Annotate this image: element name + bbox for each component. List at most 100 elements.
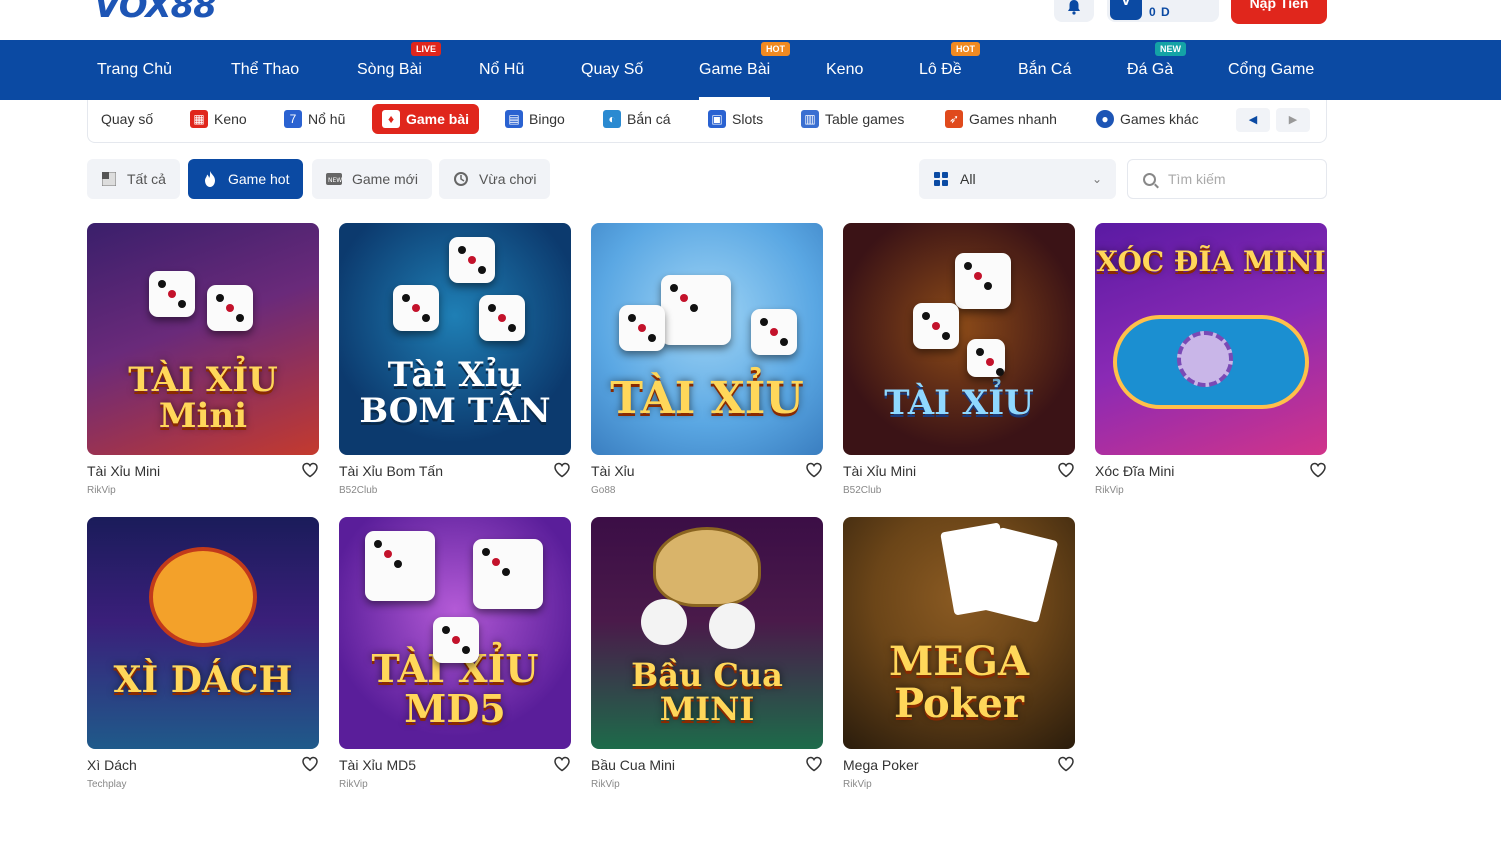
search-icon: [1143, 173, 1156, 186]
bowl-image: [653, 527, 761, 607]
game-name[interactable]: Tài Xỉu: [591, 463, 635, 479]
caret-right-icon: ▶: [1288, 114, 1298, 126]
game-card[interactable]: XÓC ĐĨA MINI Xóc Đĩa Mini RikVip: [1095, 223, 1327, 496]
nav-item-da-ga[interactable]: Đá Gà NEW: [1127, 40, 1186, 100]
filter-game-hot[interactable]: Game hot: [188, 159, 304, 199]
game-art-title: Bầu Cua MINI: [631, 656, 783, 728]
game-thumbnail[interactable]: TÀI XỈU MD5: [339, 517, 571, 749]
deposit-button[interactable]: Nạp Tiền: [1231, 0, 1327, 24]
game-thumbnail[interactable]: MEGA Poker: [843, 517, 1075, 749]
game-name[interactable]: Bầu Cua Mini: [591, 757, 675, 773]
dice-image: [365, 531, 435, 601]
nav-item-quay-so[interactable]: Quay Số: [581, 40, 643, 100]
heart-icon[interactable]: [553, 755, 571, 773]
heart-icon[interactable]: [1309, 461, 1327, 479]
svg-text:NEW: NEW: [328, 177, 342, 184]
game-thumbnail[interactable]: TÀI XỈU Mini: [87, 223, 319, 455]
site-logo[interactable]: VOX88: [94, 0, 217, 26]
game-card[interactable]: XÌ DÁCH Xì Dách Techplay: [87, 517, 319, 790]
game-name[interactable]: Xóc Đĩa Mini: [1095, 463, 1174, 479]
heart-icon[interactable]: [805, 461, 823, 479]
game-name[interactable]: Tài Xỉu Mini: [87, 463, 160, 479]
subnav-bingo[interactable]: ▤ Bingo: [505, 104, 565, 134]
dice-image: [479, 295, 525, 341]
balance-value: 0 D: [1149, 5, 1171, 19]
new-badge: NEW: [1155, 42, 1186, 56]
heart-icon[interactable]: [1057, 461, 1075, 479]
card-icon: ♦: [382, 110, 400, 128]
all-icon: [101, 171, 117, 187]
game-card[interactable]: TÀI XỈU Mini Tài Xỉu Mini RikVip: [87, 223, 319, 496]
scroll-left-button[interactable]: ◀: [1236, 108, 1270, 132]
game-thumbnail[interactable]: TÀI XỈU: [843, 223, 1075, 455]
heart-icon[interactable]: [301, 755, 319, 773]
scroll-right-button[interactable]: ▶: [1276, 108, 1310, 132]
notification-button[interactable]: [1054, 0, 1094, 22]
nav-item-song-bai[interactable]: Sòng Bài LIVE: [357, 40, 442, 100]
table-icon: ▥: [801, 110, 819, 128]
game-thumbnail[interactable]: TÀI XỈU: [591, 223, 823, 455]
nav-item-lo-de[interactable]: Lô Đề HOT: [919, 40, 980, 100]
sub-nav: Quay số ▦ Keno 7 Nổ hũ ♦ Game bài ▤ Bingo ◐ B…: [87, 100, 1327, 143]
subnav-keno[interactable]: ▦ Keno: [190, 104, 247, 134]
nav-item-game-bai[interactable]: Game Bài HOT: [699, 40, 790, 100]
avatar[interactable]: V: [1110, 0, 1142, 20]
nav-item-trang-chu[interactable]: Trang Chủ: [97, 40, 172, 100]
game-art-title: TÀI XỈU Mini: [128, 360, 278, 436]
keno-icon: ▦: [190, 110, 208, 128]
dice-image: [149, 271, 195, 317]
heart-icon[interactable]: [1057, 755, 1075, 773]
game-thumbnail[interactable]: XÌ DÁCH: [87, 517, 319, 749]
game-provider: RikVip: [843, 779, 872, 790]
main-nav: Trang Chủ Thể Thao Sòng Bài LIVE Nổ Hũ Q…: [0, 40, 1501, 100]
game-card[interactable]: TÀI XỈU MD5 Tài Xỉu MD5 RikVip: [339, 517, 571, 790]
subnav-games-nhanh[interactable]: ➶ Games nhanh: [945, 104, 1057, 134]
nav-item-no-hu[interactable]: Nổ Hũ: [479, 40, 524, 100]
game-card[interactable]: MEGA Poker Mega Poker RikVip: [843, 517, 1075, 790]
game-provider: RikVip: [1095, 485, 1124, 496]
game-card[interactable]: TÀI XỈU Tài Xỉu Mini B52Club: [843, 223, 1075, 496]
provider-select[interactable]: All ⌄: [919, 159, 1116, 199]
subnav-slots[interactable]: ▣ Slots: [708, 104, 763, 134]
game-name[interactable]: Tài Xỉu Bom Tấn: [339, 463, 443, 479]
mascot-image: [149, 547, 257, 647]
slot-machine-icon: ▣: [708, 110, 726, 128]
game-art-title: XÌ DÁCH: [113, 659, 293, 702]
subnav-no-hu[interactable]: 7 Nổ hũ: [284, 104, 345, 134]
game-art-title: TÀI XỈU: [610, 372, 804, 424]
top-header: VOX88 V 0 D Nạp Tiền: [0, 0, 1501, 40]
dice-image: [393, 285, 439, 331]
heart-icon[interactable]: [553, 461, 571, 479]
game-card[interactable]: TÀI XỈU Tài Xỉu Go88: [591, 223, 823, 496]
subnav-games-khac[interactable]: ● Games khác: [1096, 104, 1199, 134]
wallet-box[interactable]: V 0 D: [1107, 0, 1219, 22]
subnav-quay-so[interactable]: Quay số: [101, 104, 153, 134]
subnav-table-games[interactable]: ▥ Table games: [801, 104, 904, 134]
subnav-game-bai[interactable]: ♦ Game bài: [372, 104, 480, 134]
filter-game-moi[interactable]: NEW Game mới: [312, 159, 432, 199]
game-thumbnail[interactable]: XÓC ĐĨA MINI: [1095, 223, 1327, 455]
game-name[interactable]: Tài Xỉu Mini: [843, 463, 916, 479]
filter-all[interactable]: Tất cả: [87, 159, 180, 199]
grid-icon: [934, 172, 948, 186]
game-thumbnail[interactable]: Bầu Cua MINI: [591, 517, 823, 749]
poker-chip-icon: ●: [1096, 110, 1114, 128]
game-name[interactable]: Tài Xỉu MD5: [339, 757, 416, 773]
game-thumbnail[interactable]: Tài Xỉu BOM TẤN: [339, 223, 571, 455]
heart-icon[interactable]: [805, 755, 823, 773]
bell-icon: [1068, 0, 1080, 15]
search-input[interactable]: Tìm kiếm: [1127, 159, 1327, 199]
filter-vua-choi[interactable]: Vừa chơi: [439, 159, 551, 199]
nav-item-keno[interactable]: Keno: [826, 40, 863, 100]
subnav-ban-ca[interactable]: ◐ Bắn cá: [603, 104, 671, 134]
nav-item-ban-ca[interactable]: Bắn Cá: [1018, 40, 1071, 100]
heart-icon[interactable]: [301, 461, 319, 479]
game-name[interactable]: Xì Dách: [87, 757, 137, 773]
game-card[interactable]: Bầu Cua MINI Bầu Cua Mini RikVip: [591, 517, 823, 790]
dice-image: [473, 539, 543, 609]
game-name[interactable]: Mega Poker: [843, 757, 918, 773]
nav-item-the-thao[interactable]: Thể Thao: [231, 40, 299, 100]
nav-item-cong-game[interactable]: Cổng Game: [1228, 40, 1314, 100]
game-art-title: MEGA Poker: [889, 638, 1029, 727]
game-card[interactable]: Tài Xỉu BOM TẤN Tài Xỉu Bom Tấn B52Club: [339, 223, 571, 496]
